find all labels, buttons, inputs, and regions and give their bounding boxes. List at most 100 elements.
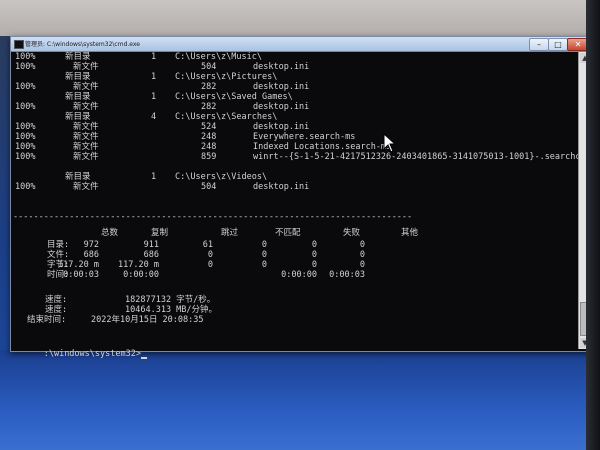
end-time-line: 结束时间: 2022年10月15日 20:08:35 (13, 315, 204, 325)
summary-cell: 0 (261, 250, 267, 260)
listing-path: C:\Users\z\Searches\ (175, 112, 278, 122)
command-prompt[interactable]: :\windows\system32> (13, 339, 147, 359)
window-titlebar[interactable]: 管理员: C:\windows\system32\cmd.exe – □ ✕ (11, 37, 591, 52)
listing-percent: 100% (15, 182, 36, 192)
maximize-button[interactable]: □ (548, 38, 568, 51)
listing-count: 1 (151, 52, 157, 62)
listing-path: Everywhere.search-ms (253, 132, 356, 142)
end-time-label: 结束时间: (27, 315, 67, 325)
summary-cell: 911 (143, 240, 159, 250)
listing-type: 新文件 (73, 142, 99, 152)
listing-type: 新文件 (73, 132, 99, 142)
summary-header: 其他 (401, 228, 419, 238)
summary-cell: 0 (359, 250, 365, 260)
listing-count: 504 (201, 182, 217, 192)
speed-value: 182877132 字节/秒。 (125, 295, 216, 305)
listing-type: 新文件 (73, 62, 99, 72)
summary-cell: 0:00:00 (123, 270, 159, 280)
summary-cell: 0 (311, 240, 317, 250)
listing-type: 新目录 (65, 72, 91, 82)
summary-cell: 0:00:00 (281, 270, 317, 280)
listing-percent: 100% (15, 52, 36, 62)
desktop-background (0, 350, 600, 450)
listing-type: 新文件 (73, 122, 99, 132)
listing-count: 859 (201, 152, 217, 162)
listing-count: 504 (201, 62, 217, 72)
listing-percent: 100% (15, 82, 36, 92)
cmd-icon (14, 40, 24, 49)
listing-count: 248 (201, 142, 217, 152)
listing-path: C:\Users\z\Videos\ (175, 172, 268, 182)
listing-path: desktop.ini (253, 62, 310, 72)
listing-percent: 100% (15, 132, 36, 142)
listing-type: 新文件 (73, 182, 99, 192)
listing-count: 1 (151, 72, 157, 82)
listing-path: Indexed Locations.search-ms (253, 142, 392, 152)
listing-path: desktop.ini (253, 82, 310, 92)
separator-line: ----------------------------------------… (13, 212, 413, 222)
listing-type: 新文件 (73, 102, 99, 112)
listing-path: C:\Users\z\Saved Games\ (175, 92, 293, 102)
listing-path: C:\Users\z\Music\ (175, 52, 262, 62)
summary-cell: 686 (83, 250, 99, 260)
speed-label: 速度: (45, 295, 68, 305)
listing-percent: 100% (15, 62, 36, 72)
listing-path: winrt--{S-1-5-21-4217512326-2403401865-3… (253, 152, 600, 162)
summary-cell: 0 (359, 260, 365, 270)
speed-label: 速度: (45, 305, 68, 315)
monitor-bezel-right (586, 0, 600, 450)
summary-cell: 0:00:03 (63, 270, 99, 280)
summary-cell: 0 (261, 240, 267, 250)
listing-count: 282 (201, 82, 217, 92)
listing-count: 524 (201, 122, 217, 132)
summary-row-label: 目录: (47, 240, 70, 250)
summary-cell: 972 (83, 240, 99, 250)
summary-cell: 0 (207, 250, 213, 260)
listing-path: C:\Users\z\Pictures\ (175, 72, 278, 82)
listing-count: 282 (201, 102, 217, 112)
window-title: 管理员: C:\windows\system32\cmd.exe (25, 41, 140, 48)
listing-type: 新目录 (65, 172, 91, 182)
speed-line: 速度: 182877132 字节/秒。 (13, 295, 215, 305)
minimize-button[interactable]: – (529, 38, 549, 51)
summary-header: 总数 (101, 228, 119, 238)
speed-line: 速度: 10464.313 MB/分钟。 (13, 305, 217, 315)
listing-count: 4 (151, 112, 157, 122)
summary-header: 跳过 (221, 228, 239, 238)
text-caret (140, 357, 147, 359)
summary-cell: 117.20 m (118, 260, 159, 270)
listing-type: 新文件 (73, 82, 99, 92)
speed-value: 10464.313 MB/分钟。 (125, 305, 218, 315)
summary-cell: 0 (359, 240, 365, 250)
listing-count: 248 (201, 132, 217, 142)
listing-percent: 100% (15, 152, 36, 162)
listing-type: 新目录 (65, 92, 91, 102)
console-output[interactable]: 100% 新目录 1 C:\Users\z\Music\ 100% 新文件 504 deskt… (11, 52, 600, 359)
summary-header: 不匹配 (275, 228, 301, 238)
listing-path: desktop.ini (253, 102, 310, 112)
summary-cell: 0 (207, 260, 213, 270)
prompt-text: :\windows\system32> (43, 349, 141, 359)
summary-cell: 61 (202, 240, 213, 250)
summary-cell: 0:00:03 (329, 270, 365, 280)
listing-path: desktop.ini (253, 122, 310, 132)
summary-header: 失败 (343, 228, 361, 238)
summary-cell: 117.20 m (58, 260, 99, 270)
listing-type: 新目录 (65, 112, 91, 122)
summary-cell: 0 (261, 260, 267, 270)
listing-count: 1 (151, 172, 157, 182)
listing-type: 新目录 (65, 52, 91, 62)
mouse-pointer-icon (383, 133, 397, 153)
listing-percent: 100% (15, 142, 36, 152)
monitor-bezel-top (0, 0, 600, 36)
end-time-value: 2022年10月15日 20:08:35 (91, 315, 204, 325)
listing-type: 新文件 (73, 152, 99, 162)
listing-percent: 100% (15, 122, 36, 132)
listing-percent: 100% (15, 102, 36, 112)
summary-cell: 686 (143, 250, 159, 260)
summary-cell: 0 (311, 260, 317, 270)
cmd-window[interactable]: 管理员: C:\windows\system32\cmd.exe – □ ✕ 1… (10, 36, 600, 359)
listing-count: 1 (151, 92, 157, 102)
summary-row-label: 文件: (47, 250, 70, 260)
summary-cell: 0 (311, 250, 317, 260)
